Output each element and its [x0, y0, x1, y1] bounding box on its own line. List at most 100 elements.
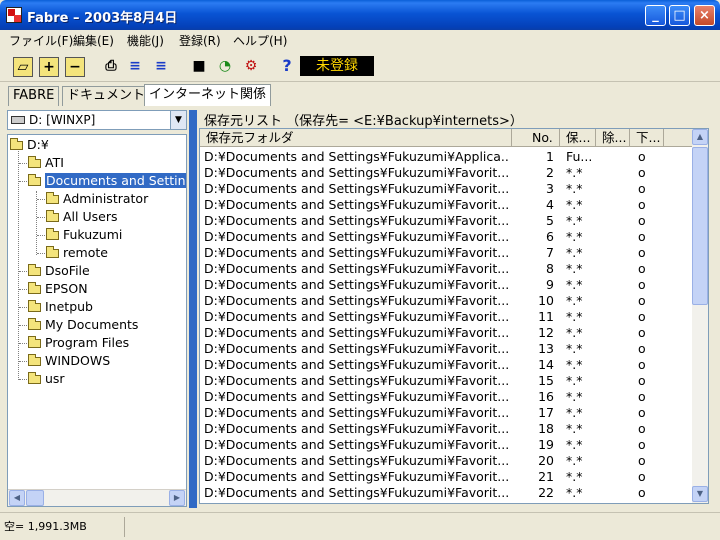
tree-node-documents-and-settings[interactable]: Documents and Settings [28, 173, 186, 191]
menu-file[interactable]: ファイル(F) [9, 32, 73, 49]
folder-icon [28, 318, 41, 330]
table-row[interactable]: D:¥Documents and Settings¥Fukuzumi¥Favor… [200, 341, 693, 357]
column-header-pattern[interactable]: 保... [560, 129, 596, 147]
table-row[interactable]: D:¥Documents and Settings¥Fukuzumi¥Favor… [200, 421, 693, 437]
open-folder-button[interactable]: ▱ [13, 57, 33, 77]
tree-node-windows[interactable]: WINDOWS [28, 353, 110, 371]
collapse-button[interactable]: ≡ [151, 57, 171, 77]
remove-folder-button[interactable]: − [65, 57, 85, 77]
cell-folder: D:¥Documents and Settings¥Fukuzumi¥Favor… [204, 453, 510, 468]
column-header-no[interactable]: No. [512, 129, 560, 147]
add-folder-button[interactable]: + [39, 57, 59, 77]
minimize-button[interactable]: _ [645, 5, 666, 26]
table-row[interactable]: D:¥Documents and Settings¥Fukuzumi¥Favor… [200, 485, 693, 501]
table-row[interactable]: D:¥Documents and Settings¥Fukuzumi¥Favor… [200, 293, 693, 309]
menu-help[interactable]: ヘルプ(H) [233, 32, 287, 49]
menu-function[interactable]: 機能(J) [127, 32, 164, 49]
print-button[interactable]: ⎙ [101, 57, 121, 77]
table-row[interactable]: D:¥Documents and Settings¥Fukuzumi¥Favor… [200, 309, 693, 325]
cell-subfolder: o [638, 197, 646, 212]
cell-subfolder: o [638, 405, 646, 420]
tree-node-my-documents[interactable]: My Documents [28, 317, 138, 335]
table-row[interactable]: D:¥Documents and Settings¥Fukuzumi¥Favor… [200, 181, 693, 197]
table-row[interactable]: D:¥Documents and Settings¥Fukuzumi¥Favor… [200, 197, 693, 213]
table-row[interactable]: D:¥Documents and Settings¥Fukuzumi¥Favor… [200, 325, 693, 341]
cell-pattern: *.* [566, 213, 583, 228]
cell-no: 3 [546, 181, 554, 196]
cell-no: 14 [538, 357, 554, 372]
cell-pattern: *.* [566, 389, 583, 404]
table-row[interactable]: D:¥Documents and Settings¥Fukuzumi¥Favor… [200, 389, 693, 405]
scroll-left-icon[interactable]: ◀ [9, 490, 25, 506]
tree-node-ati[interactable]: ATI [28, 155, 64, 173]
tools-button[interactable]: ⚙ [241, 57, 261, 77]
cell-folder: D:¥Documents and Settings¥Fukuzumi¥Favor… [204, 277, 510, 292]
cell-pattern: *.* [566, 181, 583, 196]
scroll-up-icon[interactable]: ▲ [692, 129, 708, 145]
cell-no: 7 [546, 245, 554, 260]
tree-node-epson[interactable]: EPSON [28, 281, 88, 299]
open-folder-icon: ▱ [17, 59, 29, 75]
table-row[interactable]: D:¥Documents and Settings¥Fukuzumi¥Favor… [200, 245, 693, 261]
tab-fabre[interactable]: FABRE [8, 86, 60, 106]
table-row[interactable]: D:¥Documents and Settings¥Fukuzumi¥Favor… [200, 165, 693, 181]
drive-icon [11, 116, 25, 124]
table-row[interactable]: D:¥Documents and Settings¥Fukuzumi¥Favor… [200, 357, 693, 373]
cell-no: 12 [538, 325, 554, 340]
tree-node-fukuzumi[interactable]: Fukuzumi [46, 227, 122, 245]
table-row[interactable]: D:¥Documents and Settings¥Fukuzumi¥Favor… [200, 229, 693, 245]
expand-button[interactable]: ≡ [125, 57, 145, 77]
tree-node-dsofile[interactable]: DsoFile [28, 263, 90, 281]
table-row[interactable]: D:¥Documents and Settings¥Fukuzumi¥Favor… [200, 261, 693, 277]
tree-horizontal-scrollbar[interactable]: ◀ ▶ [8, 489, 186, 506]
cell-subfolder: o [638, 277, 646, 292]
pane-splitter[interactable] [189, 110, 197, 508]
scroll-thumb[interactable] [692, 147, 708, 305]
tree-node-root[interactable]: D:¥ [10, 137, 49, 155]
folder-icon [28, 354, 41, 366]
cell-subfolder: o [638, 149, 646, 164]
tree-node-administrator[interactable]: Administrator [46, 191, 148, 209]
menu-register[interactable]: 登録(R) [179, 32, 221, 49]
source-folder-list[interactable]: 保存元フォルダ No. 保... 除... 下... D:¥Documents … [199, 128, 709, 504]
cell-no: 11 [538, 309, 554, 324]
tab-internet[interactable]: インターネット関係 [144, 84, 272, 106]
tree-node-inetpub[interactable]: Inetpub [28, 299, 93, 317]
tree-line [18, 151, 19, 380]
table-row[interactable]: D:¥Documents and Settings¥Fukuzumi¥Favor… [200, 405, 693, 421]
menu-edit[interactable]: 編集(E) [73, 32, 114, 49]
tree-node-usr[interactable]: usr [28, 371, 65, 389]
column-header-exclude[interactable]: 除... [596, 129, 630, 147]
scroll-down-icon[interactable]: ▼ [692, 486, 708, 502]
tab-documents[interactable]: ドキュメント [62, 86, 151, 106]
save-button[interactable]: ■ [189, 57, 209, 77]
tree-node-program-files[interactable]: Program Files [28, 335, 129, 353]
column-header-subfolder[interactable]: 下... [630, 129, 664, 147]
cell-pattern: Fu... [566, 149, 593, 164]
table-row[interactable]: D:¥Documents and Settings¥Fukuzumi¥Appli… [200, 149, 693, 165]
table-row[interactable]: D:¥Documents and Settings¥Fukuzumi¥Favor… [200, 373, 693, 389]
column-header-folder[interactable]: 保存元フォルダ [200, 129, 512, 147]
cell-folder: D:¥Documents and Settings¥Fukuzumi¥Favor… [204, 309, 510, 324]
table-row[interactable]: D:¥Documents and Settings¥Fukuzumi¥Favor… [200, 213, 693, 229]
drive-select[interactable]: D: [WINXP] ▼ [7, 110, 187, 130]
table-row[interactable]: D:¥Documents and Settings¥Fukuzumi¥Favor… [200, 469, 693, 485]
folder-open-icon [10, 138, 23, 150]
table-row[interactable]: D:¥Documents and Settings¥Fukuzumi¥Favor… [200, 453, 693, 469]
maximize-button[interactable]: □ [669, 5, 690, 26]
scroll-thumb[interactable] [26, 490, 44, 506]
chevron-down-icon[interactable]: ▼ [170, 111, 186, 129]
tree-node-all-users[interactable]: All Users [46, 209, 117, 227]
cell-pattern: *.* [566, 261, 583, 276]
table-row[interactable]: D:¥Documents and Settings¥Fukuzumi¥Favor… [200, 277, 693, 293]
close-button[interactable]: × [694, 5, 715, 26]
tree-node-remote[interactable]: remote [46, 245, 108, 263]
scroll-right-icon[interactable]: ▶ [169, 490, 185, 506]
help-button[interactable]: ? [277, 57, 297, 77]
cell-folder: D:¥Documents and Settings¥Fukuzumi¥Favor… [204, 389, 510, 404]
folder-tree[interactable]: D:¥ ATI Documents and Settings Administr… [7, 134, 187, 507]
schedule-button[interactable]: ◔ [215, 57, 235, 77]
menu-bar: ファイル(F) 編集(E) 機能(J) 登録(R) ヘルプ(H) [0, 30, 720, 50]
table-row[interactable]: D:¥Documents and Settings¥Fukuzumi¥Favor… [200, 437, 693, 453]
list-vertical-scrollbar[interactable]: ▲ ▼ [692, 129, 708, 503]
